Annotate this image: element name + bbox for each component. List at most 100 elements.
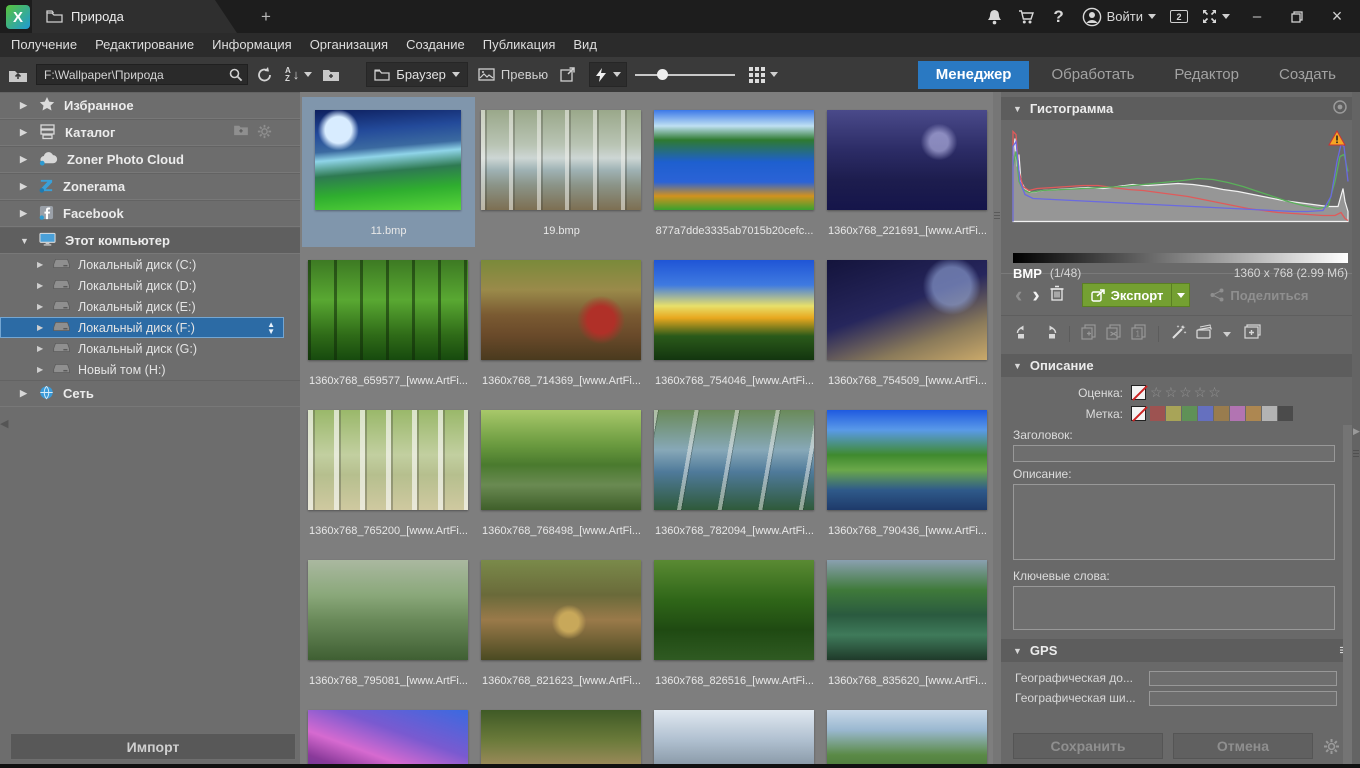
drive-item-g[interactable]: ▶Локальный диск (G:) xyxy=(0,338,300,359)
color-label-swatch-3[interactable] xyxy=(1182,406,1197,421)
sidebar-item-zoner-photo-cloud[interactable]: ▶Zoner Photo Cloud xyxy=(0,146,300,173)
photo-thumbnail[interactable] xyxy=(308,260,468,360)
browser-view-button[interactable]: Браузер xyxy=(366,62,468,87)
account-login-button[interactable]: Войти xyxy=(1078,4,1160,30)
photo-cell-5[interactable]: 1360x768_659577_[www.ArtFi... xyxy=(302,247,475,397)
photo-thumbnail[interactable] xyxy=(481,560,641,660)
mode-tab-1[interactable]: Менеджер xyxy=(918,61,1030,89)
histogram-settings-icon[interactable] xyxy=(1332,99,1348,118)
panel-collapse-strip[interactable]: ▶ xyxy=(1352,92,1360,764)
photo-cell-13[interactable]: 1360x768_795081_[www.ArtFi... xyxy=(302,547,475,697)
description-textarea[interactable] xyxy=(1013,484,1335,560)
photo-thumbnail[interactable] xyxy=(654,260,814,360)
photo-cell-16[interactable]: 1360x768_835620_[www.ArtFi... xyxy=(821,547,993,697)
second-monitor-button[interactable]: 2 xyxy=(1166,4,1192,30)
color-label-swatch-4[interactable] xyxy=(1198,406,1213,421)
photo-thumbnail[interactable] xyxy=(827,560,987,660)
import-button[interactable]: Импорт xyxy=(10,733,296,760)
photo-cell-15[interactable]: 1360x768_826516_[www.ArtFi... xyxy=(648,547,821,697)
longitude-input[interactable] xyxy=(1149,671,1337,686)
photo-thumbnail[interactable] xyxy=(654,560,814,660)
photo-thumbnail[interactable] xyxy=(827,110,987,210)
title-input[interactable] xyxy=(1013,445,1335,462)
sidebar-item-network[interactable]: ▶Сеть xyxy=(0,380,300,407)
color-label-swatch-6[interactable] xyxy=(1230,406,1245,421)
photo-thumbnail[interactable] xyxy=(654,110,814,210)
photo-thumbnail[interactable] xyxy=(654,710,814,764)
menu-item-3[interactable]: Информация xyxy=(203,33,301,57)
photo-thumbnail[interactable] xyxy=(654,410,814,510)
presets-stack-button[interactable] xyxy=(1196,324,1214,344)
drive-item-h[interactable]: ▶Новый том (H:) xyxy=(0,359,300,380)
menu-item-6[interactable]: Публикация xyxy=(474,33,565,57)
panel-collapse-arrow[interactable]: ▶ xyxy=(1353,426,1360,437)
slider-knob[interactable] xyxy=(657,69,668,80)
photo-thumbnail[interactable] xyxy=(308,560,468,660)
photo-cell-17[interactable] xyxy=(302,697,475,764)
color-label-swatch-5[interactable] xyxy=(1214,406,1229,421)
folder-up-button[interactable] xyxy=(8,67,28,83)
menu-item-5[interactable]: Создание xyxy=(397,33,474,57)
refresh-icon[interactable] xyxy=(256,67,273,83)
photo-thumbnail[interactable] xyxy=(827,710,987,764)
add-folder-icon[interactable] xyxy=(233,124,249,142)
photo-cell-6[interactable]: 1360x768_714369_[www.ArtFi... xyxy=(475,247,648,397)
previous-file-button[interactable]: ‹ xyxy=(1015,284,1022,306)
copy-remove-button[interactable] xyxy=(1106,324,1122,345)
color-label-swatch-8[interactable] xyxy=(1262,406,1277,421)
photo-cell-8[interactable]: 1360x768_754509_[www.ArtFi... xyxy=(821,247,993,397)
rating-none-swatch[interactable] xyxy=(1131,385,1146,400)
drive-item-d[interactable]: ▶Локальный диск (D:) xyxy=(0,275,300,296)
photo-cell-18[interactable] xyxy=(475,697,648,764)
photo-cell-10[interactable]: 1360x768_768498_[www.ArtFi... xyxy=(475,397,648,547)
help-button[interactable]: ? xyxy=(1046,4,1072,30)
save-button[interactable]: Сохранить xyxy=(1013,733,1163,759)
share-button[interactable]: Поделиться xyxy=(1210,288,1308,303)
panel-splitter[interactable] xyxy=(993,92,1001,764)
path-field[interactable]: F:\Wallpaper\Природа xyxy=(36,64,248,85)
clipping-warning-icon[interactable] xyxy=(1328,130,1346,151)
cancel-button[interactable]: Отмена xyxy=(1173,733,1313,759)
color-label-swatch-9[interactable] xyxy=(1278,406,1293,421)
restore-button[interactable] xyxy=(1280,4,1314,30)
close-button[interactable]: × xyxy=(1320,4,1354,30)
description-header[interactable]: ▼ Описание xyxy=(1001,354,1360,377)
drive-item-c[interactable]: ▶Локальный диск (C:) xyxy=(0,254,300,275)
notifications-bell-icon[interactable] xyxy=(982,4,1008,30)
mode-tab-4[interactable]: Создать xyxy=(1261,61,1354,89)
open-external-button[interactable] xyxy=(560,67,575,82)
minimize-button[interactable]: – xyxy=(1240,4,1274,30)
sidebar-item-zonerama[interactable]: ▶Zonerama xyxy=(0,173,300,200)
sidebar-item-item[interactable]: ▶Избранное xyxy=(0,92,300,119)
histogram-header[interactable]: ▼ Гистограмма xyxy=(1001,97,1360,120)
photo-cell-20[interactable] xyxy=(821,697,993,764)
chevron-down-icon[interactable] xyxy=(1223,332,1231,337)
drive-item-e[interactable]: ▶Локальный диск (E:) xyxy=(0,296,300,317)
next-file-button[interactable]: › xyxy=(1032,284,1039,306)
photo-thumbnail[interactable] xyxy=(827,410,987,510)
quick-edits-button[interactable] xyxy=(589,62,627,87)
photo-cell-11[interactable]: 1360x768_782094_[www.ArtFi... xyxy=(648,397,821,547)
photo-cell-2[interactable]: 19.bmp xyxy=(475,97,648,247)
new-folder-button[interactable] xyxy=(322,68,340,82)
photo-thumbnail[interactable] xyxy=(481,260,641,360)
reorder-arrows-icon[interactable]: ▲▼ xyxy=(267,321,283,335)
photo-cell-12[interactable]: 1360x768_790436_[www.ArtFi... xyxy=(821,397,993,547)
search-icon[interactable] xyxy=(229,68,243,82)
gps-header[interactable]: ▼ GPS ≡ xyxy=(1001,639,1360,662)
folder-tab[interactable]: Природа xyxy=(32,0,237,33)
label-none-swatch[interactable] xyxy=(1131,406,1146,421)
copy-add-button[interactable] xyxy=(1081,324,1097,345)
settings-gear-icon[interactable] xyxy=(1323,738,1340,755)
panel-scrollbar[interactable] xyxy=(1343,425,1352,764)
sidebar-item-item[interactable]: ▼Этот компьютер xyxy=(0,227,300,254)
export-dropdown[interactable] xyxy=(1171,284,1189,306)
photo-thumbnail[interactable] xyxy=(481,410,641,510)
star-icon[interactable]: ☆ xyxy=(1179,384,1194,400)
menu-item-1[interactable]: Получение xyxy=(2,33,86,57)
photo-thumbnail[interactable] xyxy=(481,110,641,210)
sort-button[interactable]: AZ ↓ xyxy=(285,67,312,83)
keywords-textarea[interactable] xyxy=(1013,586,1335,630)
photo-cell-9[interactable]: 1360x768_765200_[www.ArtFi... xyxy=(302,397,475,547)
sidebar-item-item[interactable]: ▶Каталог xyxy=(0,119,300,146)
